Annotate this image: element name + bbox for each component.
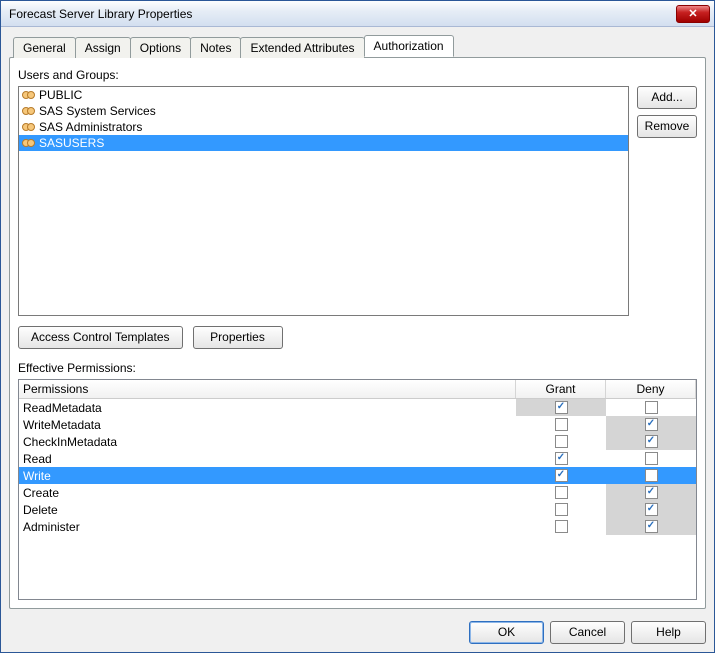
permissions-table: Permissions Grant Deny ReadMetadata Write… <box>18 379 697 600</box>
list-item-label: PUBLIC <box>39 88 82 102</box>
access-control-templates-button[interactable]: Access Control Templates <box>18 326 183 349</box>
grant-checkbox[interactable] <box>555 418 568 431</box>
permission-row[interactable]: Read <box>19 450 696 467</box>
group-icon <box>21 136 37 150</box>
authorization-panel: Users and Groups: PUBLIC SAS System Servi… <box>9 57 706 609</box>
help-button[interactable]: Help <box>631 621 706 644</box>
deny-checkbox[interactable] <box>645 520 658 533</box>
grant-cell[interactable] <box>516 467 606 484</box>
grant-checkbox[interactable] <box>555 401 568 414</box>
tab-strip: GeneralAssignOptionsNotesExtended Attrib… <box>13 35 706 57</box>
effective-permissions-label: Effective Permissions: <box>18 361 697 375</box>
grant-checkbox[interactable] <box>555 503 568 516</box>
permission-name: ReadMetadata <box>19 401 516 415</box>
deny-cell[interactable] <box>606 450 696 467</box>
properties-button[interactable]: Properties <box>193 326 283 349</box>
tab-notes[interactable]: Notes <box>190 37 241 58</box>
grant-checkbox[interactable] <box>555 452 568 465</box>
permission-name: Create <box>19 486 516 500</box>
tab-authorization[interactable]: Authorization <box>364 35 454 57</box>
grant-checkbox[interactable] <box>555 520 568 533</box>
tab-options[interactable]: Options <box>130 37 191 58</box>
grant-cell[interactable] <box>516 433 606 450</box>
deny-cell[interactable] <box>606 399 696 416</box>
grant-cell[interactable] <box>516 416 606 433</box>
list-item[interactable]: SAS System Services <box>19 103 628 119</box>
content-area: GeneralAssignOptionsNotesExtended Attrib… <box>1 27 714 613</box>
deny-checkbox[interactable] <box>645 401 658 414</box>
tab-extended-attributes[interactable]: Extended Attributes <box>240 37 364 58</box>
col-deny[interactable]: Deny <box>606 380 696 398</box>
deny-checkbox[interactable] <box>645 486 658 499</box>
dialog-window: Forecast Server Library Properties ✕ Gen… <box>0 0 715 653</box>
tab-general[interactable]: General <box>13 37 76 58</box>
grant-checkbox[interactable] <box>555 469 568 482</box>
col-grant[interactable]: Grant <box>516 380 606 398</box>
permission-row[interactable]: WriteMetadata <box>19 416 696 433</box>
col-permissions[interactable]: Permissions <box>19 380 516 398</box>
deny-checkbox[interactable] <box>645 435 658 448</box>
group-icon <box>21 104 37 118</box>
permission-row[interactable]: Administer <box>19 518 696 535</box>
group-icon <box>21 88 37 102</box>
deny-checkbox[interactable] <box>645 469 658 482</box>
list-item[interactable]: SAS Administrators <box>19 119 628 135</box>
deny-cell[interactable] <box>606 518 696 535</box>
permission-name: Write <box>19 469 516 483</box>
users-groups-list[interactable]: PUBLIC SAS System Services SAS Administrat… <box>18 86 629 316</box>
permission-row[interactable]: ReadMetadata <box>19 399 696 416</box>
permission-name: Read <box>19 452 516 466</box>
window-title: Forecast Server Library Properties <box>9 7 676 21</box>
deny-cell[interactable] <box>606 484 696 501</box>
remove-button[interactable]: Remove <box>637 115 697 138</box>
tab-assign[interactable]: Assign <box>75 37 131 58</box>
grant-cell[interactable] <box>516 399 606 416</box>
deny-checkbox[interactable] <box>645 452 658 465</box>
deny-cell[interactable] <box>606 501 696 518</box>
close-button[interactable]: ✕ <box>676 5 710 23</box>
permissions-body: ReadMetadata WriteMetadata CheckInMetadata… <box>19 399 696 535</box>
permission-name: CheckInMetadata <box>19 435 516 449</box>
grant-cell[interactable] <box>516 484 606 501</box>
users-groups-label: Users and Groups: <box>18 68 697 82</box>
deny-cell[interactable] <box>606 433 696 450</box>
cancel-button[interactable]: Cancel <box>550 621 625 644</box>
list-item[interactable]: SASUSERS <box>19 135 628 151</box>
permissions-header: Permissions Grant Deny <box>19 380 696 399</box>
grant-checkbox[interactable] <box>555 435 568 448</box>
permission-row[interactable]: CheckInMetadata <box>19 433 696 450</box>
add-button[interactable]: Add... <box>637 86 697 109</box>
side-buttons: Add... Remove <box>637 86 697 316</box>
titlebar: Forecast Server Library Properties ✕ <box>1 1 714 27</box>
deny-checkbox[interactable] <box>645 503 658 516</box>
deny-cell[interactable] <box>606 467 696 484</box>
dialog-footer: OK Cancel Help <box>1 613 714 652</box>
grant-cell[interactable] <box>516 518 606 535</box>
deny-checkbox[interactable] <box>645 418 658 431</box>
permission-row[interactable]: Delete <box>19 501 696 518</box>
grant-cell[interactable] <box>516 501 606 518</box>
permission-row[interactable]: Create <box>19 484 696 501</box>
permission-name: WriteMetadata <box>19 418 516 432</box>
deny-cell[interactable] <box>606 416 696 433</box>
list-item-label: SAS Administrators <box>39 120 142 134</box>
close-icon: ✕ <box>688 7 697 20</box>
permission-name: Delete <box>19 503 516 517</box>
permission-name: Administer <box>19 520 516 534</box>
ok-button[interactable]: OK <box>469 621 544 644</box>
grant-cell[interactable] <box>516 450 606 467</box>
list-item-label: SASUSERS <box>39 136 104 150</box>
list-item-label: SAS System Services <box>39 104 156 118</box>
list-item[interactable]: PUBLIC <box>19 87 628 103</box>
grant-checkbox[interactable] <box>555 486 568 499</box>
permission-row[interactable]: Write <box>19 467 696 484</box>
group-icon <box>21 120 37 134</box>
